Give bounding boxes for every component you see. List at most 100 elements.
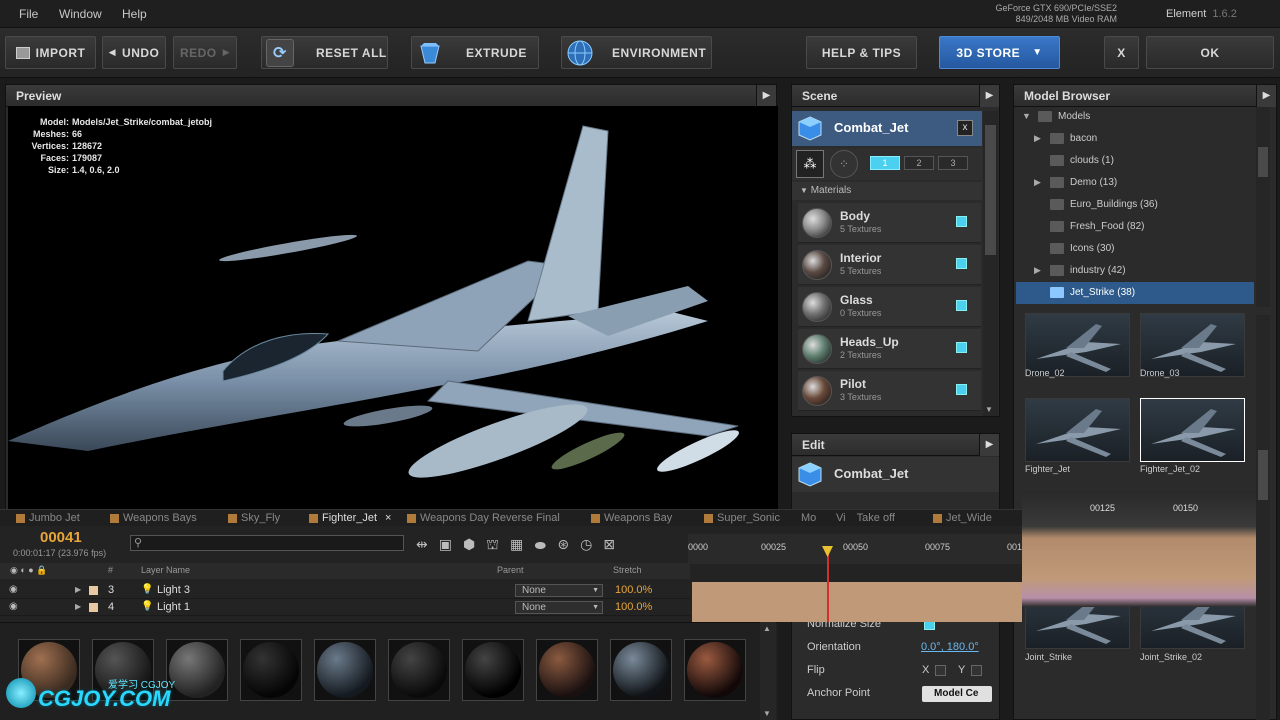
flip-x-checkbox[interactable] — [935, 665, 946, 676]
close-button[interactable]: X — [1104, 36, 1139, 69]
menu-window[interactable]: Window — [59, 7, 102, 21]
expand-down-icon[interactable]: ▼ — [1022, 111, 1031, 121]
scene-scrollbar[interactable]: ▼ — [983, 111, 998, 416]
expand-right-icon[interactable]: ▶ — [1034, 265, 1041, 276]
layer-bars[interactable] — [692, 582, 1022, 622]
group-button-2[interactable]: 2 — [904, 156, 934, 170]
folder-item[interactable]: Euro_Buildings (36) — [1016, 194, 1254, 216]
scroll-down-icon[interactable]: ▼ — [763, 709, 771, 718]
folder-item[interactable]: ▶ Demo (13) — [1016, 172, 1254, 194]
scene-object-close[interactable]: x — [957, 120, 973, 136]
material-preset[interactable] — [240, 639, 302, 701]
material-preset[interactable] — [462, 639, 524, 701]
import-button[interactable]: IMPORT — [5, 36, 96, 69]
layer-color-swatch[interactable] — [89, 586, 98, 595]
tab-close-icon[interactable]: × — [385, 512, 391, 524]
preview-viewport[interactable]: Model: Models/Jet_Strike/combat_jetobj Mes… — [8, 106, 778, 510]
redo-button[interactable]: REDO ▶ — [173, 36, 237, 69]
material-preset[interactable] — [610, 639, 672, 701]
environment-button[interactable]: ENVIRONMENT — [561, 36, 712, 69]
material-preset[interactable] — [536, 639, 598, 701]
tree-scroll-thumb[interactable] — [1258, 147, 1268, 177]
folder-item[interactable]: ▼ Models — [1016, 106, 1254, 128]
layer-stretch[interactable]: 100.0% — [615, 601, 652, 613]
menu-file[interactable]: File — [19, 7, 38, 21]
layer-row[interactable]: ◉ ▶ 4 💡 Light 1 None ▼ 100.0% — [0, 599, 690, 616]
layer-color-swatch[interactable] — [89, 603, 98, 612]
folder-item[interactable]: ▶ industry (42) — [1016, 260, 1254, 282]
folder-item[interactable]: Jet_Strike (38) — [1016, 282, 1254, 304]
layer-row[interactable]: ◉ ▶ 3 💡 Light 3 None ▼ 100.0% — [0, 582, 690, 599]
material-checkbox[interactable] — [956, 258, 967, 269]
thumbs-scroll-thumb[interactable] — [1258, 450, 1268, 500]
group-button-3[interactable]: 3 — [938, 156, 968, 170]
material-preset[interactable] — [388, 639, 450, 701]
composition-tab[interactable]: Weapons Bay — [591, 512, 672, 524]
extrude-button[interactable]: EXTRUDE — [411, 36, 539, 69]
reset-all-button[interactable]: ⟳ RESET ALL — [261, 36, 388, 69]
eye-icon[interactable]: ◉ — [9, 584, 18, 595]
thumbs-scrollbar[interactable] — [1256, 315, 1270, 720]
material-item[interactable]: Glass 0 Textures — [798, 287, 981, 327]
parent-dropdown[interactable]: None ▼ — [515, 601, 603, 614]
orientation-value[interactable]: 0.0°, 180.0° — [921, 641, 979, 653]
material-item[interactable]: Heads_Up 2 Textures — [798, 329, 981, 369]
material-checkbox[interactable] — [956, 384, 967, 395]
settings-dots-icon[interactable]: ⁘ — [830, 150, 858, 178]
scene-object-row[interactable]: Combat_Jet x — [792, 111, 982, 146]
expand-right-icon[interactable]: ▶ — [1034, 177, 1041, 188]
expand-right-icon[interactable]: ▶ — [75, 585, 81, 594]
eye-icon[interactable]: ◉ — [9, 601, 18, 612]
ok-button[interactable]: OK — [1146, 36, 1274, 69]
material-checkbox[interactable] — [956, 216, 967, 227]
scroll-up-icon[interactable]: ▲ — [763, 624, 771, 633]
model-thumbnail[interactable] — [1140, 398, 1245, 462]
folder-item[interactable]: clouds (1) — [1016, 150, 1254, 172]
material-preset[interactable] — [314, 639, 376, 701]
browser-expand-arrow[interactable]: ▶ — [1256, 85, 1276, 107]
composition-tab[interactable]: Super_Sonic — [704, 512, 780, 524]
material-checkbox[interactable] — [956, 300, 967, 311]
flip-y-checkbox[interactable] — [971, 665, 982, 676]
composition-tab[interactable]: Fighter_Jet × — [309, 512, 391, 524]
undo-button[interactable]: ◀ UNDO — [102, 36, 166, 69]
composition-tab[interactable]: Jumbo Jet — [16, 512, 80, 524]
preview-expand-arrow[interactable]: ▶ — [756, 85, 776, 107]
composition-tab[interactable]: Sky_Fly — [228, 512, 280, 524]
composition-tab[interactable]: Vi Take off — [836, 512, 895, 524]
timeline-tool-icons[interactable]: ⇹▣⬢⛫▦⬬⊛◷⊠ — [416, 536, 626, 555]
expand-right-icon[interactable]: ▶ — [1034, 133, 1041, 144]
share-icon[interactable]: ⁂ — [796, 150, 824, 178]
material-item[interactable]: Interior 5 Textures — [798, 245, 981, 285]
scene-scroll-thumb[interactable] — [985, 125, 996, 255]
timecode[interactable]: 00041 — [40, 529, 82, 546]
scene-expand-arrow[interactable]: ▶ — [979, 85, 999, 107]
scroll-down-icon[interactable]: ▼ — [985, 405, 993, 414]
edit-expand-arrow[interactable]: ▶ — [979, 434, 999, 456]
expand-right-icon[interactable]: ▶ — [75, 602, 81, 611]
group-button-1[interactable]: 1 — [870, 156, 900, 170]
layer-stretch[interactable]: 100.0% — [615, 584, 652, 596]
composition-tab[interactable]: Weapons Day Reverse Final — [407, 512, 560, 524]
folder-item[interactable]: ▶ bacon — [1016, 128, 1254, 150]
strip-scrollbar[interactable]: ▲ ▼ — [760, 622, 776, 720]
composition-tab[interactable]: Mo — [801, 512, 816, 524]
parent-dropdown[interactable]: None ▼ — [515, 584, 603, 597]
menu-help[interactable]: Help — [122, 7, 147, 21]
timeline-search-input[interactable]: ⚲ — [130, 535, 404, 551]
folder-item[interactable]: Icons (30) — [1016, 238, 1254, 260]
folder-item[interactable]: Fresh_Food (82) — [1016, 216, 1254, 238]
material-item[interactable]: Pilot 3 Textures — [798, 371, 981, 411]
tree-scrollbar[interactable] — [1256, 107, 1270, 307]
anchor-point-dropdown[interactable]: Model Ce — [922, 686, 992, 702]
time-ruler[interactable]: 0000 00025 00050 00075 001 — [688, 534, 1022, 564]
playhead[interactable] — [827, 548, 829, 622]
3d-store-button[interactable]: 3D STORE ▼ — [939, 36, 1060, 69]
material-preset[interactable] — [684, 639, 746, 701]
model-thumbnail[interactable] — [1025, 398, 1130, 462]
material-item[interactable]: Body 5 Textures — [798, 203, 981, 243]
composition-tab[interactable]: Jet_Wide — [933, 512, 992, 524]
help-tips-button[interactable]: HELP & TIPS — [806, 36, 917, 69]
materials-header[interactable]: ▼ Materials — [792, 182, 982, 200]
composition-tab[interactable]: Weapons Bays — [110, 512, 197, 524]
